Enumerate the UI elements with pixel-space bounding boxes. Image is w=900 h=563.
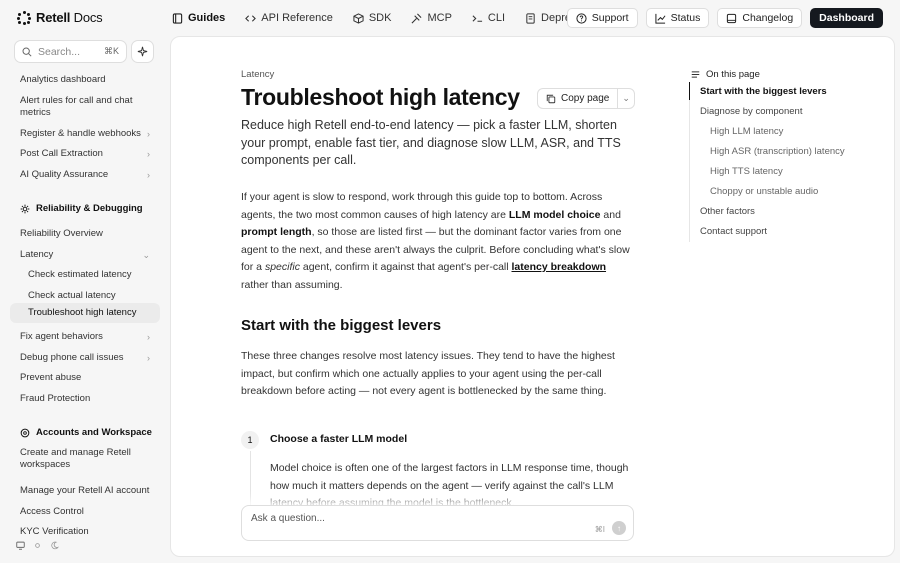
code-icon xyxy=(245,14,257,22)
latency-breakdown-link[interactable]: latency breakdown xyxy=(512,261,607,273)
cube-icon xyxy=(353,12,364,24)
article-lead: Reduce high Retell end-to-end latency — … xyxy=(241,118,621,167)
sun-icon[interactable] xyxy=(31,539,44,552)
mcp-icon xyxy=(411,13,422,23)
chevron-down-icon[interactable]: ⌄ xyxy=(618,93,634,104)
nav-cli[interactable]: CLI xyxy=(472,12,505,24)
terminal-icon xyxy=(472,14,483,22)
search-icon xyxy=(22,47,32,57)
chevron-right-icon: › xyxy=(147,129,150,139)
sidebar: Analytics dashboard Alert rules for call… xyxy=(0,68,170,538)
chevron-right-icon: › xyxy=(147,170,150,180)
sidebar-item-alert-rules[interactable]: Alert rules for call and chat metrics xyxy=(10,91,160,123)
book-icon xyxy=(172,12,183,24)
sidebar-item-reliability-overview[interactable]: Reliability Overview xyxy=(10,224,160,244)
section-heading-biggest-levers: Start with the biggest levers xyxy=(241,317,442,334)
toc-item-biggest-levers[interactable]: Start with the biggest levers xyxy=(700,86,827,97)
monitor-icon[interactable] xyxy=(14,539,27,552)
nav-guides[interactable]: Guides xyxy=(172,12,225,24)
section-reliability-debugging: Reliability & Debugging xyxy=(20,203,143,214)
moon-icon[interactable] xyxy=(48,539,61,552)
sidebar-item-webhooks[interactable]: Register & handle webhooks › xyxy=(10,124,160,144)
toc-track xyxy=(689,82,690,242)
copy-icon xyxy=(546,94,556,103)
nav-mcp[interactable]: MCP xyxy=(411,12,452,24)
nav-sdk[interactable]: SDK xyxy=(353,12,391,24)
changelog-button[interactable]: Changelog xyxy=(717,8,803,28)
ai-assistant-button[interactable] xyxy=(131,40,154,63)
changelog-icon xyxy=(727,13,737,23)
search-shortcut: ⌘K xyxy=(103,46,119,56)
sidebar-item-fraud-protection[interactable]: Fraud Protection xyxy=(10,389,160,409)
header-actions: Support Status Changelog Dashboard xyxy=(566,8,883,28)
ask-placeholder: Ask a question... xyxy=(251,513,325,524)
top-bar: Retell Docs Guides API Reference SDK MCP… xyxy=(0,0,900,36)
sidebar-item-check-estimated-latency[interactable]: Check estimated latency xyxy=(10,265,160,285)
sidebar-item-manage-account[interactable]: Manage your Retell AI account xyxy=(10,481,160,501)
toc-item-high-llm-latency[interactable]: High LLM latency xyxy=(710,126,783,137)
chevron-right-icon: › xyxy=(147,332,150,342)
brand-name: Retell Docs xyxy=(36,10,103,25)
toc-active-indicator xyxy=(689,82,690,100)
sidebar-item-fix-agent-behaviors[interactable]: Fix agent behaviors › xyxy=(10,327,160,347)
document-icon xyxy=(526,12,535,24)
toc-item-choppy-audio[interactable]: Choppy or unstable audio xyxy=(710,186,818,197)
sidebar-item-latency[interactable]: Latency ⌄ xyxy=(10,245,160,265)
support-button[interactable]: Support xyxy=(566,8,638,28)
search-placeholder: Search... xyxy=(38,45,81,58)
article-eyebrow: Latency xyxy=(241,69,275,80)
search-input[interactable]: Search... ⌘K xyxy=(14,40,127,63)
dashboard-button[interactable]: Dashboard xyxy=(810,8,883,28)
sparkle-icon xyxy=(137,46,148,57)
sidebar-item-prevent-abuse[interactable]: Prevent abuse xyxy=(10,368,160,388)
theme-switcher xyxy=(14,539,61,552)
article-intro: If your agent is slow to respond, work t… xyxy=(241,191,630,291)
step-title: Choose a faster LLM model xyxy=(270,433,408,445)
send-icon[interactable]: ↑ xyxy=(612,521,626,535)
brand-logo[interactable]: Retell Docs xyxy=(17,10,103,25)
chevron-right-icon: › xyxy=(147,353,150,363)
chevron-down-icon: ⌄ xyxy=(142,250,150,260)
sidebar-item-ai-quality-assurance[interactable]: AI Quality Assurance › xyxy=(10,165,160,185)
sidebar-item-post-call-extraction[interactable]: Post Call Extraction › xyxy=(10,144,160,164)
nav-api-reference[interactable]: API Reference xyxy=(245,12,333,24)
toc-heading: On this page xyxy=(691,69,760,80)
main-nav: Guides API Reference SDK MCP CLI Depreca… xyxy=(172,0,626,36)
help-circle-icon xyxy=(576,12,587,24)
chart-line-icon xyxy=(654,13,666,24)
chevron-right-icon: › xyxy=(147,149,150,159)
section-accounts-workspace: Accounts and Workspace xyxy=(20,427,152,438)
sidebar-item-create-workspaces[interactable]: Create and manage Retell workspaces xyxy=(10,443,160,475)
toc-item-diagnose-by-component[interactable]: Diagnose by component xyxy=(700,106,802,117)
section-paragraph: These three changes resolve most latency… xyxy=(241,350,615,397)
sidebar-item-access-control[interactable]: Access Control xyxy=(10,502,160,522)
sidebar-item-troubleshoot-high-latency[interactable]: Troubleshoot high latency xyxy=(10,303,160,323)
sidebar-item-analytics-dashboard[interactable]: Analytics dashboard xyxy=(10,70,160,90)
step-number: 1 xyxy=(241,431,259,449)
toc-item-contact-support[interactable]: Contact support xyxy=(700,226,767,237)
page-title: Troubleshoot high latency xyxy=(241,84,520,110)
search-row: Search... ⌘K xyxy=(14,40,154,63)
settings-icon xyxy=(20,428,30,437)
sidebar-item-debug-phone-call-issues[interactable]: Debug phone call issues › xyxy=(10,348,160,368)
ask-shortcut: ⌘I xyxy=(594,525,605,534)
status-button[interactable]: Status xyxy=(645,8,710,28)
copy-page-button[interactable]: Copy page ⌄ xyxy=(537,88,635,109)
wrench-icon xyxy=(20,204,30,213)
content-panel: Latency Troubleshoot high latency Copy p… xyxy=(170,36,895,557)
toc-item-other-factors[interactable]: Other factors xyxy=(700,206,755,217)
toc-item-high-asr-latency[interactable]: High ASR (transcription) latency xyxy=(710,146,845,157)
sidebar-item-kyc-verification[interactable]: KYC Verification xyxy=(10,522,160,538)
toc-item-high-tts-latency[interactable]: High TTS latency xyxy=(710,166,783,177)
retell-logo-icon xyxy=(17,10,31,25)
ask-question-input[interactable]: Ask a question... ⌘I ↑ xyxy=(241,505,634,541)
list-icon xyxy=(691,71,700,78)
